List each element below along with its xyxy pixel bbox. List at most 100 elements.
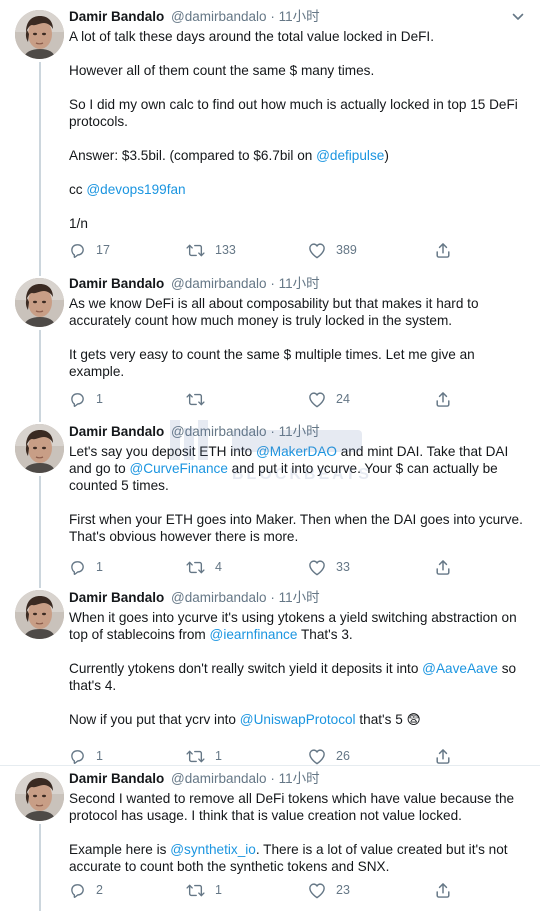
heart-icon xyxy=(308,391,326,408)
mention-link[interactable]: @devops199fan xyxy=(86,182,185,197)
author-name[interactable]: Damir Bandalo xyxy=(69,9,164,24)
tweet-paragraph: A lot of talk these days around the tota… xyxy=(69,28,528,45)
tweet-timestamp[interactable]: 11小时 xyxy=(279,276,320,291)
avatar-portrait-icon xyxy=(15,424,64,473)
tweet-timestamp[interactable]: 11小时 xyxy=(279,424,320,439)
tweet-timestamp[interactable]: 11小时 xyxy=(279,9,320,24)
avatar-portrait-icon xyxy=(15,10,64,59)
retweet-button[interactable]: 4 xyxy=(186,557,222,577)
tweet-text-run: Currently ytokens don't really switch yi… xyxy=(69,661,423,676)
tweet-4[interactable]: Damir Bandalo @damirbandalo · 11小时 When … xyxy=(0,580,540,766)
tweet-timestamp[interactable]: 11小时 xyxy=(279,590,320,605)
speech-bubble-icon xyxy=(69,559,86,576)
reply-button[interactable]: 17 xyxy=(69,240,110,260)
tweet-1[interactable]: Damir Bandalo @damirbandalo · 11小时 A lot… xyxy=(0,0,540,268)
reply-button[interactable]: 1 xyxy=(69,557,103,577)
reply-count: 1 xyxy=(96,560,103,574)
tweet-paragraph: Answer: $3.5bil. (compared to $6.7bil on… xyxy=(69,147,528,164)
like-button[interactable]: 24 xyxy=(308,389,350,409)
tweet-5[interactable]: Damir Bandalo @damirbandalo · 11小时 Secon… xyxy=(0,766,540,911)
tweet-paragraph: 1/n xyxy=(69,215,528,232)
tweet-header: Damir Bandalo @damirbandalo · 11小时 xyxy=(69,768,528,790)
reply-count: 2 xyxy=(96,883,103,897)
tweet-paragraph: First when your ETH goes into Maker. The… xyxy=(69,511,528,545)
avatar[interactable] xyxy=(15,10,64,59)
avatar[interactable] xyxy=(15,424,64,473)
tweet-actions: 1 4 33 xyxy=(69,557,528,577)
avatar-portrait-icon xyxy=(15,772,64,821)
reply-button[interactable]: 1 xyxy=(69,746,103,766)
tweet-text-run: It gets very easy to count the same $ mu… xyxy=(69,347,475,379)
retweet-button[interactable] xyxy=(186,389,215,409)
tweet-timestamp[interactable]: 11小时 xyxy=(279,771,320,786)
avatar-portrait-icon xyxy=(15,590,64,639)
like-button[interactable]: 389 xyxy=(308,240,357,260)
separator-dot: · xyxy=(270,590,275,605)
retweet-count: 133 xyxy=(215,243,236,257)
tweet-paragraph: Second I wanted to remove all DeFi token… xyxy=(69,790,528,824)
speech-bubble-icon xyxy=(69,748,86,765)
tweet-3[interactable]: Damir Bandalo @damirbandalo · 11小时 Let's… xyxy=(0,414,540,580)
share-upload-icon xyxy=(435,242,451,259)
reply-count: 1 xyxy=(96,749,103,763)
share-button[interactable] xyxy=(435,746,451,766)
author-name[interactable]: Damir Bandalo xyxy=(69,590,164,605)
author-handle[interactable]: @damirbandalo xyxy=(171,9,267,24)
author-handle[interactable]: @damirbandalo xyxy=(171,590,267,605)
share-button[interactable] xyxy=(435,557,451,577)
author-handle[interactable]: @damirbandalo xyxy=(171,771,267,786)
reply-button[interactable]: 1 xyxy=(69,389,103,409)
retweet-button[interactable]: 1 xyxy=(186,746,222,766)
author-name[interactable]: Damir Bandalo xyxy=(69,276,164,291)
speech-bubble-icon xyxy=(69,242,86,259)
tweet-2[interactable]: Damir Bandalo @damirbandalo · 11小时 As we… xyxy=(0,268,540,414)
mention-link[interactable]: @CurveFinance xyxy=(129,461,227,476)
tweet-text-run: A lot of talk these days around the tota… xyxy=(69,29,434,44)
avatar[interactable] xyxy=(15,772,64,821)
share-button[interactable] xyxy=(435,389,451,409)
like-button[interactable]: 26 xyxy=(308,746,350,766)
mention-link[interactable]: @defipulse xyxy=(316,148,384,163)
tweet-text-run: First when your ETH goes into Maker. The… xyxy=(69,512,523,544)
thread-connector-line xyxy=(39,330,41,414)
like-count: 24 xyxy=(336,392,350,406)
like-button[interactable]: 33 xyxy=(308,557,350,577)
share-upload-icon xyxy=(435,391,451,408)
tweet-text: When it goes into ycurve it's using ytok… xyxy=(69,609,528,729)
tweet-paragraph: It gets very easy to count the same $ mu… xyxy=(69,346,528,380)
mention-link[interactable]: @UniswapProtocol xyxy=(240,712,356,727)
mention-link[interactable]: @iearnfinance xyxy=(210,627,298,642)
tweet-paragraph: Example here is @synthetix_io. There is … xyxy=(69,841,528,875)
retweet-count: 1 xyxy=(215,749,222,763)
author-name[interactable]: Damir Bandalo xyxy=(69,771,164,786)
mention-link[interactable]: @AaveAave xyxy=(422,661,498,676)
retweet-button[interactable]: 133 xyxy=(186,240,236,260)
author-handle[interactable]: @damirbandalo xyxy=(171,424,267,439)
chevron-down-icon[interactable] xyxy=(510,9,526,25)
share-button[interactable] xyxy=(435,880,451,900)
retweet-arrows-icon xyxy=(186,748,205,765)
speech-bubble-icon xyxy=(69,882,86,899)
mention-link[interactable]: @MakerDAO xyxy=(256,444,337,459)
tweet-paragraph: So I did my own calc to find out how muc… xyxy=(69,96,528,130)
reply-button[interactable]: 2 xyxy=(69,880,103,900)
tweet-paragraph: Now if you put that ycrv into @UniswapPr… xyxy=(69,711,528,728)
author-handle[interactable]: @damirbandalo xyxy=(171,276,267,291)
like-count: 389 xyxy=(336,243,357,257)
mention-link[interactable]: @synthetix_io xyxy=(170,842,256,857)
thread-connector-line xyxy=(39,414,41,422)
tweet-text-run: Now if you put that ycrv into xyxy=(69,712,240,727)
author-name[interactable]: Damir Bandalo xyxy=(69,424,164,439)
retweet-arrows-icon xyxy=(186,559,205,576)
avatar[interactable] xyxy=(15,590,64,639)
tweet-header: Damir Bandalo @damirbandalo · 11小时 xyxy=(69,6,528,28)
reply-count: 1 xyxy=(96,392,103,406)
share-upload-icon xyxy=(435,748,451,765)
share-upload-icon xyxy=(435,559,451,576)
share-button[interactable] xyxy=(435,240,451,260)
like-button[interactable]: 23 xyxy=(308,880,350,900)
separator-dot: · xyxy=(270,9,275,24)
tweet-paragraph: Currently ytokens don't really switch yi… xyxy=(69,660,528,694)
avatar[interactable] xyxy=(15,278,64,327)
retweet-button[interactable]: 1 xyxy=(186,880,222,900)
